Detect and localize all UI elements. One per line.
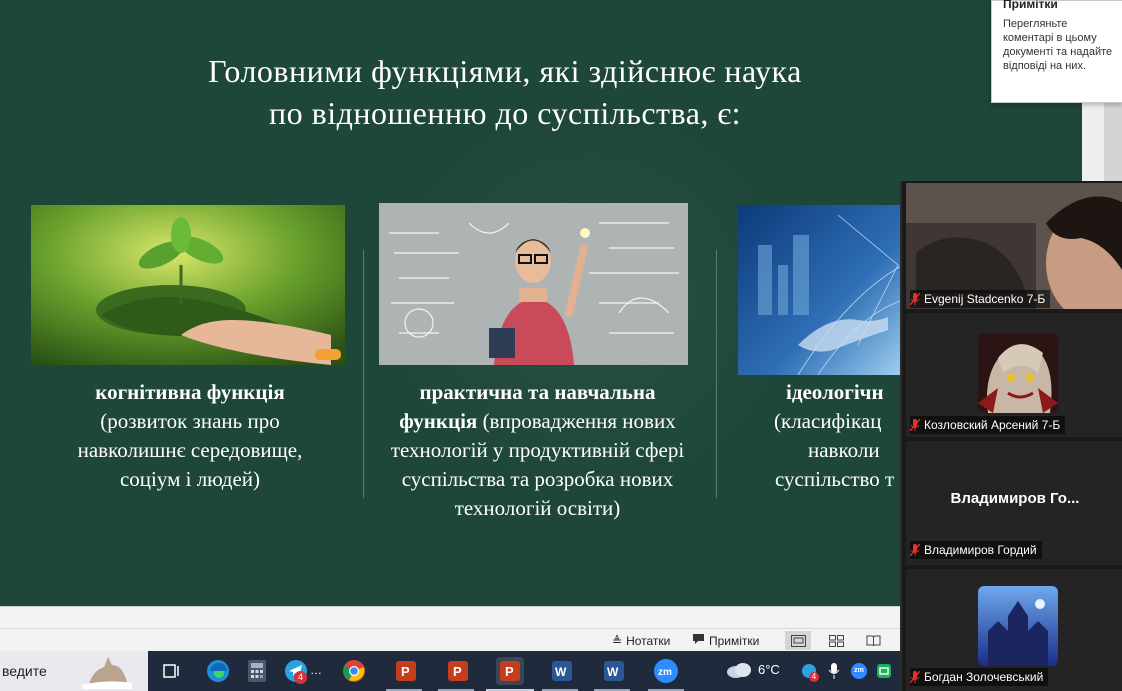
weather-widget[interactable]: 6°C <box>726 659 780 679</box>
caption-text: (розвиток знань про навколишнє середовищ… <box>77 409 303 491</box>
participant-tile[interactable]: Evgenij Stadcenko 7-Б <box>906 183 1122 309</box>
taskbar-search[interactable]: ведите <box>0 651 148 691</box>
tray-app-green-button[interactable] <box>873 657 895 685</box>
cloud-icon <box>727 663 751 678</box>
svg-text:W: W <box>555 665 567 679</box>
chrome-icon <box>343 660 365 682</box>
slide-title-line-2: по відношенню до суспільства, є: <box>268 95 742 131</box>
task-view-icon <box>163 664 179 678</box>
tooltip-title: Примітки <box>1003 0 1058 11</box>
powerpoint-icon: P <box>396 661 416 681</box>
muted-mic-icon <box>909 543 921 557</box>
edge-icon <box>207 660 229 682</box>
comments-tooltip: Примітки Перегляньте коментарі в цьому д… <box>991 0 1122 103</box>
weather-temp: 6°C <box>758 661 780 677</box>
calculator-icon <box>248 660 266 682</box>
slide-sorter-icon <box>828 634 844 647</box>
participant-name: Evgenij Stadcenko 7-Б <box>924 292 1046 306</box>
word-button[interactable]: W <box>600 657 628 685</box>
zoom-gallery-panel: Evgenij Stadcenko 7-Б Козловский Арсений… <box>900 181 1122 691</box>
card-caption-ideological: ідеологічн (класифікац навколи суспільст… <box>760 378 920 494</box>
muted-mic-icon <box>909 670 921 684</box>
digital-hand-image <box>738 205 903 375</box>
comments-label: Примітки <box>709 633 760 648</box>
notes-label: Нотатки <box>626 633 671 648</box>
word-button[interactable]: W <box>548 657 576 685</box>
normal-view-icon <box>790 634 806 647</box>
reading-view-button[interactable] <box>860 631 886 650</box>
zoom-tray-icon: zm <box>851 663 867 679</box>
tray-zoom-button[interactable]: zm <box>848 657 870 685</box>
caption-heading: ідеологічн <box>786 380 884 404</box>
normal-view-button[interactable] <box>785 631 811 650</box>
caption-heading: когнітивна функція <box>95 380 285 404</box>
participant-avatar <box>978 333 1058 413</box>
powerpoint-button[interactable]: P <box>444 657 472 685</box>
card-caption-cognitive: когнітивна функція (розвиток знань про н… <box>45 378 335 494</box>
notes-button[interactable]: ≜ Нотатки <box>612 632 670 649</box>
slide-sorter-button[interactable] <box>823 631 849 650</box>
tray-green-icon <box>877 664 891 678</box>
svg-text:W: W <box>607 665 619 679</box>
search-placeholder: ведите <box>2 663 47 679</box>
caption-heading-cont: функція <box>399 409 478 433</box>
svg-text:P: P <box>453 664 462 679</box>
edge-button[interactable] <box>204 657 232 685</box>
comment-icon <box>692 633 705 648</box>
participant-name-label: Evgenij Stadcenko 7-Б <box>909 290 1051 308</box>
zoom-app-button[interactable]: zm <box>652 657 680 685</box>
comments-button[interactable]: Примітки <box>692 632 759 649</box>
powerpoint-active-button[interactable]: P <box>496 657 524 685</box>
caption-text: (впровадження <box>482 409 618 433</box>
powerpoint-icon: P <box>448 661 468 681</box>
participant-display-name: Владимиров Го... <box>950 490 1080 507</box>
muted-mic-icon <box>909 418 921 432</box>
caption-line: суспільство т <box>775 467 895 491</box>
participant-tile[interactable]: Владимиров Го... Владимиров Гордий <box>906 441 1122 565</box>
svg-text:P: P <box>505 664 514 679</box>
participant-avatar <box>978 586 1058 666</box>
chrome-button[interactable] <box>340 657 368 685</box>
svg-text:zm: zm <box>658 667 672 678</box>
participant-name: Владимиров Гордий <box>924 543 1037 557</box>
calculator-button[interactable] <box>243 657 271 685</box>
slide-title: Головними функціями, які здійснює наука … <box>90 50 920 134</box>
caption-heading: практична та навчальна <box>419 380 656 404</box>
participant-name-label: Козловский Арсений 7-Б <box>909 416 1066 434</box>
participant-name: Богдан Золочевський <box>924 670 1044 684</box>
slide-title-line-1: Головними функціями, які здійснює наука <box>208 53 802 89</box>
scientist-formulas-image <box>379 203 688 365</box>
column-divider <box>363 250 364 498</box>
microphone-button[interactable] <box>824 657 844 685</box>
svg-text:P: P <box>401 664 410 679</box>
wolf-search-highlight-icon <box>82 657 132 689</box>
word-icon: W <box>552 661 572 681</box>
telegram-badge: 4 <box>294 671 307 684</box>
tooltip-text: Перегляньте коментарі в цьому документі … <box>1003 18 1113 72</box>
participant-name-label: Богдан Золочевський <box>909 668 1049 686</box>
caption-line: навколи <box>808 438 880 462</box>
book-icon <box>866 635 880 646</box>
powerpoint-icon: P <box>500 661 520 681</box>
participant-name-label: Владимиров Гордий <box>909 541 1042 559</box>
card-caption-practical: практична та навчальна функція (впровадж… <box>390 378 685 523</box>
microphone-icon <box>828 663 840 679</box>
more-dots: … <box>310 663 322 677</box>
zoom-icon: zm <box>654 659 678 683</box>
powerpoint-button[interactable]: P <box>392 657 420 685</box>
notes-icon: ≜ <box>612 633 623 648</box>
participant-tile[interactable]: Козловский Арсений 7-Б <box>906 313 1122 437</box>
caption-line: (класифікац <box>774 409 882 433</box>
participant-name: Козловский Арсений 7-Б <box>924 418 1061 432</box>
column-divider <box>716 250 717 498</box>
tray-badge: 4 <box>809 672 819 682</box>
participant-tile[interactable]: Богдан Золочевський <box>906 569 1122 691</box>
word-icon: W <box>604 661 624 681</box>
task-view-button[interactable] <box>158 657 186 685</box>
plant-in-hands-image <box>31 205 345 365</box>
muted-mic-icon <box>909 292 921 306</box>
